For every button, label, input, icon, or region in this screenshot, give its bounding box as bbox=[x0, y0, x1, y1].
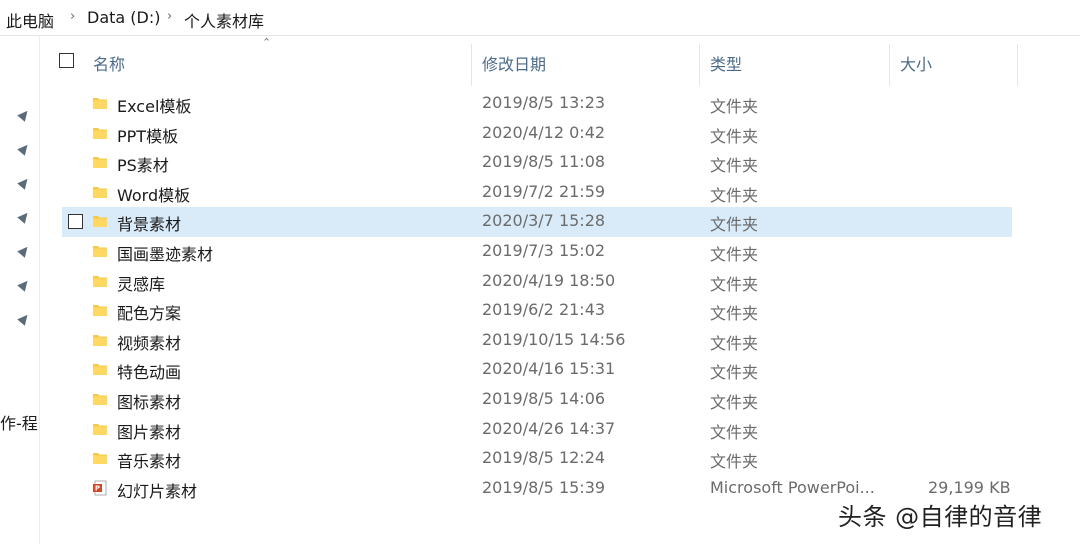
file-name: 特色动画 bbox=[117, 363, 182, 383]
file-type: Microsoft PowerPoi... bbox=[710, 477, 875, 497]
pin-icon[interactable]: ▲ bbox=[14, 241, 34, 261]
file-type: 文件夹 bbox=[710, 126, 759, 146]
svg-text:P: P bbox=[95, 484, 100, 492]
folder-icon bbox=[93, 98, 107, 109]
file-name: 图标素材 bbox=[117, 393, 182, 412]
folder-icon bbox=[93, 157, 107, 169]
chevron-right-icon[interactable]: › bbox=[70, 9, 75, 24]
file-date: 2019/8/5 13:23 bbox=[482, 93, 606, 112]
folder-icon bbox=[93, 246, 107, 257]
file-date: 2019/7/2 21:59 bbox=[482, 181, 606, 201]
file-row[interactable]: 图片素材 2020/4/26 14:37 文件夹 bbox=[62, 415, 1012, 445]
file-date: 2020/4/12 0:42 bbox=[482, 122, 606, 142]
file-name: 背景素材 bbox=[117, 215, 182, 235]
file-name: 国画墨迹素材 bbox=[117, 245, 214, 264]
file-row[interactable]: 国画墨迹素材 2019/7/3 15:02 文件夹 bbox=[62, 237, 1012, 267]
file-row[interactable]: 背景素材 2020/3/7 15:28 文件夹 bbox=[62, 207, 1012, 237]
file-date: 2019/8/5 15:39 bbox=[482, 477, 606, 497]
column-divider[interactable] bbox=[1017, 44, 1018, 86]
breadcrumb-current-folder[interactable]: 个人素材库 bbox=[184, 8, 264, 32]
column-date[interactable]: 修改日期 bbox=[482, 51, 546, 75]
file-type: 文件夹 bbox=[710, 393, 759, 412]
folder-icon bbox=[93, 127, 107, 139]
file-date: 2020/4/16 15:31 bbox=[482, 359, 616, 379]
watermark-text: 头条 @自律的音律 bbox=[838, 503, 1043, 531]
row-checkbox[interactable] bbox=[68, 214, 83, 230]
file-name: 音乐素材 bbox=[117, 452, 182, 472]
file-date: 2020/4/26 14:37 bbox=[482, 418, 616, 438]
breadcrumb-data-drive[interactable]: Data (D:) bbox=[87, 8, 160, 27]
folder-icon bbox=[93, 364, 107, 376]
folder-icon bbox=[93, 216, 107, 228]
file-type: 文件夹 bbox=[710, 452, 759, 472]
file-date: 2019/8/5 12:24 bbox=[482, 448, 606, 468]
column-name[interactable]: 名称 bbox=[93, 51, 125, 75]
navigation-pane[interactable]: ▲ ▲ ▲ ▲ ▲ ▲ ▲ 作-程 bbox=[0, 36, 40, 544]
file-name: 视频素材 bbox=[117, 333, 182, 353]
file-date: 2019/6/2 21:43 bbox=[482, 300, 606, 320]
file-date: 2020/3/7 15:28 bbox=[482, 211, 606, 231]
file-row[interactable]: PS素材 2019/8/5 11:08 文件夹 bbox=[62, 148, 1012, 178]
address-bar[interactable]: 此电脑 › Data (D:) › 个人素材库 bbox=[0, 0, 1080, 36]
file-name: 幻灯片素材 bbox=[117, 481, 198, 501]
pin-icon[interactable]: ▲ bbox=[14, 207, 34, 227]
file-date: 2019/10/15 14:56 bbox=[482, 329, 626, 349]
file-row[interactable]: 灵感库 2020/4/19 18:50 文件夹 bbox=[62, 267, 1012, 297]
file-name: Word模板 bbox=[117, 185, 191, 205]
file-name: 配色方案 bbox=[117, 304, 182, 324]
pin-icon[interactable]: ▲ bbox=[14, 105, 34, 125]
breadcrumb-this-pc[interactable]: 此电脑 bbox=[6, 8, 54, 32]
file-type: 文件夹 bbox=[710, 333, 759, 353]
file-type: 文件夹 bbox=[710, 363, 759, 383]
file-size: 29,199 KB bbox=[928, 477, 1011, 497]
file-type: 文件夹 bbox=[710, 422, 759, 442]
folder-icon bbox=[93, 186, 107, 198]
file-row[interactable]: 配色方案 2019/6/2 21:43 文件夹 bbox=[62, 296, 1012, 326]
folder-icon bbox=[93, 453, 107, 465]
file-row[interactable]: 特色动画 2020/4/16 15:31 文件夹 bbox=[62, 355, 1012, 385]
file-type: 文件夹 bbox=[710, 304, 759, 324]
column-divider[interactable] bbox=[889, 44, 890, 86]
folder-icon bbox=[93, 334, 107, 346]
nav-item-label[interactable]: 作-程 bbox=[0, 410, 40, 434]
file-name: PPT模板 bbox=[117, 126, 179, 146]
powerpoint-file-icon: P bbox=[93, 480, 107, 496]
file-type: 文件夹 bbox=[710, 156, 759, 176]
column-header: ⌃ 名称 修改日期 类型 大小 bbox=[40, 36, 1080, 86]
column-divider[interactable] bbox=[699, 44, 700, 86]
file-type: 文件夹 bbox=[710, 185, 759, 205]
file-name: Excel模板 bbox=[117, 97, 192, 116]
file-type: 文件夹 bbox=[710, 215, 759, 235]
folder-icon bbox=[93, 275, 107, 287]
pin-icon[interactable]: ▲ bbox=[14, 275, 34, 295]
file-date: 2019/8/5 11:08 bbox=[482, 152, 606, 172]
file-row[interactable]: Word模板 2019/7/2 21:59 文件夹 bbox=[62, 178, 1012, 208]
file-type: 文件夹 bbox=[710, 97, 759, 116]
file-row[interactable]: Excel模板 2019/8/5 13:23 文件夹 bbox=[62, 89, 1012, 119]
file-name: 灵感库 bbox=[117, 274, 166, 294]
folder-icon bbox=[93, 423, 107, 435]
column-type[interactable]: 类型 bbox=[710, 51, 742, 75]
sort-ascending-icon: ⌃ bbox=[262, 36, 272, 49]
folder-icon bbox=[93, 305, 107, 317]
file-row[interactable]: 视频素材 2019/10/15 14:56 文件夹 bbox=[62, 326, 1012, 356]
select-all-checkbox[interactable] bbox=[59, 53, 74, 68]
file-date: 2019/8/5 14:06 bbox=[482, 389, 606, 408]
pin-icon[interactable]: ▲ bbox=[14, 139, 34, 159]
file-type: 文件夹 bbox=[710, 274, 759, 294]
file-name: PS素材 bbox=[117, 156, 169, 176]
file-date: 2020/4/19 18:50 bbox=[482, 270, 616, 290]
file-type: 文件夹 bbox=[710, 245, 759, 264]
file-name: 图片素材 bbox=[117, 422, 182, 442]
column-size[interactable]: 大小 bbox=[900, 51, 932, 75]
file-date: 2019/7/3 15:02 bbox=[482, 241, 606, 260]
chevron-right-icon[interactable]: › bbox=[167, 9, 172, 24]
column-divider[interactable] bbox=[471, 44, 472, 86]
pin-icon[interactable]: ▲ bbox=[14, 309, 34, 329]
pin-icon[interactable]: ▲ bbox=[14, 173, 34, 193]
file-row[interactable]: 图标素材 2019/8/5 14:06 文件夹 bbox=[62, 385, 1012, 415]
folder-icon bbox=[93, 394, 107, 405]
file-row[interactable]: PPT模板 2020/4/12 0:42 文件夹 bbox=[62, 119, 1012, 149]
file-row[interactable]: 音乐素材 2019/8/5 12:24 文件夹 bbox=[62, 444, 1012, 474]
